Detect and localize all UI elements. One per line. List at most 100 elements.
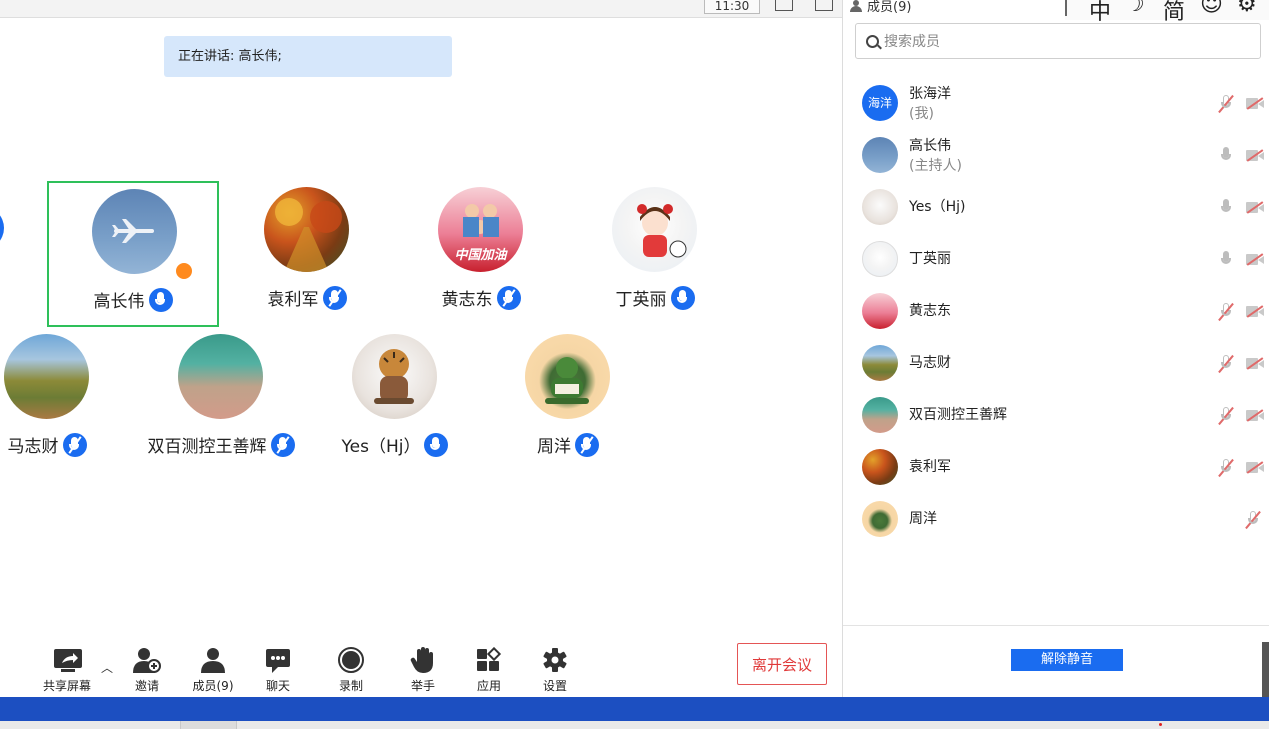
invite-button[interactable]: 邀请 bbox=[117, 647, 177, 694]
participant-name: 袁利军 bbox=[267, 290, 319, 310]
member-row[interactable]: 双百测控王善辉 bbox=[843, 389, 1269, 441]
record-button[interactable]: 录制 bbox=[321, 647, 381, 694]
avatar-initials: 海洋 bbox=[867, 96, 892, 110]
participant-tile[interactable]: 中国加油 黄志东 bbox=[395, 181, 567, 327]
unmute-all-button[interactable]: 解除静音 bbox=[1011, 649, 1123, 671]
member-avatar: 海洋 bbox=[862, 85, 898, 121]
member-name: 马志财 bbox=[909, 355, 951, 371]
participant-tile[interactable]: Yes（Hj） bbox=[309, 328, 481, 474]
notification-dot bbox=[1159, 723, 1162, 726]
camera-off-icon[interactable] bbox=[1246, 409, 1264, 422]
mic-muted-icon[interactable] bbox=[1218, 302, 1234, 322]
emoji-icon[interactable]: ☺ bbox=[1200, 0, 1223, 17]
camera-off-icon[interactable] bbox=[1246, 305, 1264, 318]
camera-off-icon[interactable] bbox=[1246, 461, 1264, 474]
mic-muted-icon[interactable] bbox=[1218, 458, 1234, 478]
camera-off-icon[interactable] bbox=[1246, 97, 1264, 110]
mic-muted-icon[interactable] bbox=[1245, 510, 1261, 530]
raise-hand-button[interactable]: 举手 bbox=[393, 647, 453, 694]
member-name: 双百测控王善辉 bbox=[909, 407, 1007, 423]
member-search[interactable] bbox=[855, 23, 1261, 59]
member-avatar bbox=[862, 241, 898, 277]
participant-tile[interactable]: 丁英丽 bbox=[569, 181, 741, 327]
settings-label: 设置 bbox=[542, 679, 567, 693]
member-avatar bbox=[862, 137, 898, 173]
meeting-time: 11:30 bbox=[704, 0, 760, 14]
top-strip: 11:30 bbox=[0, 0, 842, 18]
meeting-toolbar: 共享屏幕 ︿ 邀请 成员(9) 聊天 录制 举手 应用 设置 bbox=[0, 637, 842, 697]
apps-button[interactable]: 应用 bbox=[459, 646, 519, 694]
member-avatar bbox=[862, 189, 898, 225]
mic-muted-icon bbox=[270, 432, 295, 457]
members-panel: 成员(9) 中 ☽ 简 ☺ ⚙ 海洋 张海洋 (我) 高长伟 (主持人) Yes… bbox=[842, 0, 1269, 697]
participant-name: Yes（Hj） bbox=[341, 437, 421, 457]
chat-label: 聊天 bbox=[265, 679, 290, 693]
host-icon bbox=[174, 261, 194, 281]
member-avatar bbox=[862, 501, 898, 537]
member-name: Yes（Hj) bbox=[909, 199, 966, 215]
raise-hand-label: 举手 bbox=[410, 679, 435, 693]
participant-tile[interactable]: 双百测控王善辉 bbox=[135, 328, 307, 474]
apps-label: 应用 bbox=[476, 679, 501, 693]
mic-muted-icon[interactable] bbox=[1218, 354, 1234, 374]
gear-icon[interactable]: ⚙ bbox=[1237, 0, 1257, 17]
member-row[interactable]: 高长伟 (主持人) bbox=[843, 129, 1269, 181]
search-input[interactable] bbox=[882, 30, 1246, 54]
members-panel-footer: 解除静音 bbox=[843, 625, 1269, 698]
participant-avatar: 中国加油 bbox=[438, 187, 523, 272]
participant-tile[interactable]: 高长伟 bbox=[47, 181, 219, 327]
mic-icon[interactable] bbox=[1219, 147, 1233, 165]
member-row[interactable]: 海洋 张海洋 (我) bbox=[843, 77, 1269, 129]
mic-muted-icon bbox=[496, 285, 521, 310]
hand-icon bbox=[409, 647, 437, 673]
apps-icon bbox=[475, 646, 503, 673]
camera-off-icon[interactable] bbox=[1246, 357, 1264, 370]
participant-name: 马志财 bbox=[7, 437, 59, 457]
participant-tile[interactable]: 袁利军 bbox=[221, 181, 393, 327]
members-button[interactable]: 成员(9) bbox=[183, 647, 243, 694]
member-row[interactable]: 马志财 bbox=[843, 337, 1269, 389]
chevron-up-icon[interactable]: ︿ bbox=[101, 659, 113, 676]
share-screen-button[interactable]: 共享屏幕 bbox=[37, 647, 97, 694]
offscreen-avatar bbox=[0, 206, 4, 250]
search-icon bbox=[866, 35, 879, 48]
participant-avatar bbox=[612, 187, 697, 272]
mic-on-icon bbox=[424, 432, 449, 457]
taskbar-item[interactable] bbox=[180, 721, 237, 729]
os-taskbar bbox=[0, 697, 1269, 721]
leave-meeting-button[interactable]: 离开会议 bbox=[737, 643, 827, 685]
settings-button[interactable]: 设置 bbox=[525, 647, 585, 694]
mic-icon[interactable] bbox=[1219, 199, 1233, 217]
member-name: 高长伟 bbox=[909, 138, 951, 154]
camera-off-icon[interactable] bbox=[1246, 149, 1264, 162]
mic-muted-icon bbox=[62, 432, 87, 457]
member-row[interactable]: 黄志东 bbox=[843, 285, 1269, 337]
participant-avatar bbox=[264, 187, 349, 272]
member-avatar bbox=[862, 397, 898, 433]
share-screen-icon bbox=[53, 647, 82, 673]
member-name: 周洋 bbox=[909, 511, 937, 527]
member-role: (主持人) bbox=[909, 158, 962, 174]
participant-tile[interactable]: 马志财 bbox=[0, 328, 133, 474]
member-name: 袁利军 bbox=[909, 459, 951, 475]
chat-button[interactable]: 聊天 bbox=[248, 647, 308, 694]
mic-muted-icon[interactable] bbox=[1218, 94, 1234, 114]
participant-avatar bbox=[525, 334, 610, 419]
fullscreen-icon[interactable] bbox=[775, 0, 793, 11]
member-row[interactable]: 丁英丽 bbox=[843, 233, 1269, 285]
member-row[interactable]: Yes（Hj) bbox=[843, 181, 1269, 233]
mic-icon[interactable] bbox=[1219, 251, 1233, 269]
record-label: 录制 bbox=[338, 679, 363, 693]
layout-icon[interactable] bbox=[815, 0, 833, 11]
participant-tile[interactable]: 周洋 bbox=[482, 328, 654, 474]
mic-muted-icon[interactable] bbox=[1218, 406, 1234, 426]
tray-divider bbox=[1065, 0, 1067, 16]
camera-off-icon[interactable] bbox=[1246, 253, 1264, 266]
member-row[interactable]: 周洋 bbox=[843, 493, 1269, 545]
chat-icon bbox=[264, 647, 292, 673]
moon-icon[interactable]: ☽ bbox=[1125, 0, 1145, 17]
member-name: 张海洋 bbox=[909, 86, 951, 102]
camera-off-icon[interactable] bbox=[1246, 201, 1264, 214]
members-panel-title: 成员(9) bbox=[849, 0, 911, 15]
member-row[interactable]: 袁利军 bbox=[843, 441, 1269, 493]
